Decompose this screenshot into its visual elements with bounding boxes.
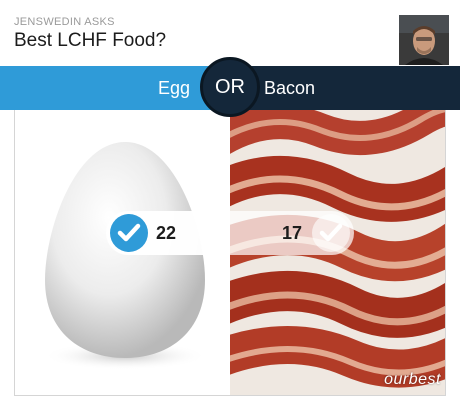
option-b-vote-count: 17 [282,223,303,243]
option-a-vote-count: 22 [156,223,177,243]
checkmark-icon [110,214,148,252]
checkmark-outline-icon [312,214,350,252]
avatar[interactable] [399,15,449,65]
user-avatar-image [399,15,449,65]
or-badge: OR [200,57,260,117]
option-a-label[interactable]: Egg [158,78,190,99]
option-a-vote-pill[interactable]: 22 [106,211,230,255]
poll-question: Best LCHF Food? [14,30,167,51]
option-b-vote-pill[interactable]: 17 [230,211,354,255]
option-b-label[interactable]: Bacon [264,78,315,99]
watermark-text: ourbest [384,371,441,388]
asker-label: JENSWEDIN ASKS [14,16,115,28]
option-a-bar[interactable] [0,66,230,110]
